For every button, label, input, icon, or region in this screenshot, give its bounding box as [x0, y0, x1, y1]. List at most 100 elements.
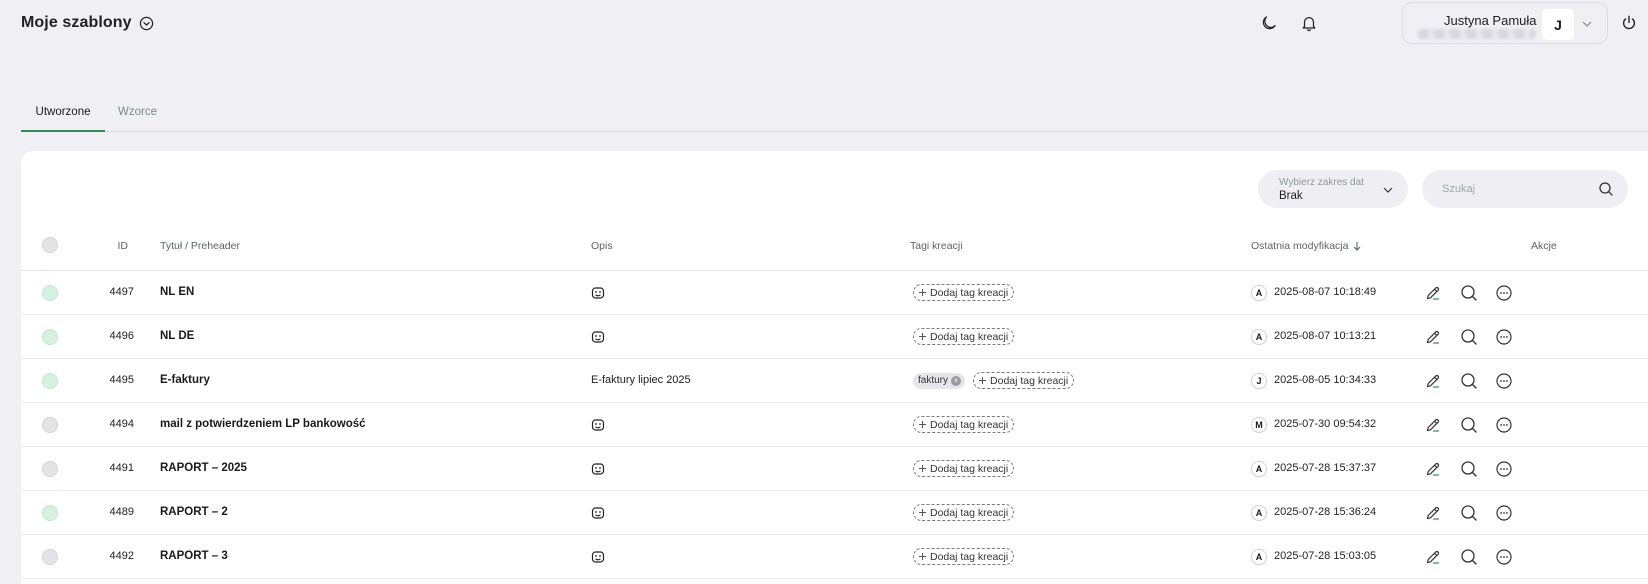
pencil-icon[interactable]: [1424, 504, 1442, 522]
more-icon[interactable]: [1495, 548, 1513, 566]
magnifier-icon[interactable]: [1460, 416, 1478, 434]
more-icon[interactable]: [1495, 460, 1513, 478]
date-range-select[interactable]: Wybierz zakres dat Brak: [1258, 170, 1408, 208]
face-icon[interactable]: [591, 550, 605, 564]
pencil-icon[interactable]: [1424, 328, 1442, 346]
more-icon[interactable]: [1495, 284, 1513, 302]
row-id: 4496: [109, 330, 134, 342]
modifier-avatar: A: [1251, 329, 1267, 345]
magnifier-icon[interactable]: [1460, 284, 1478, 302]
column-tags[interactable]: Tagi kreacji: [910, 240, 963, 252]
chevron-circle-icon[interactable]: [139, 16, 154, 31]
add-tag-label: Dodaj tag kreacji: [930, 286, 1009, 299]
table-row[interactable]: 4497 NL EN Dodaj tag kreacji A 2025-08-0…: [21, 271, 1648, 315]
magnifier-icon[interactable]: [1460, 328, 1478, 346]
add-tag-label: Dodaj tag kreacji: [930, 418, 1009, 431]
table-body: 4497 NL EN Dodaj tag kreacji A 2025-08-0…: [21, 271, 1648, 579]
moon-icon[interactable]: [1259, 13, 1279, 33]
add-tag-button[interactable]: Dodaj tag kreacji: [913, 548, 1015, 565]
add-tag-button[interactable]: Dodaj tag kreacji: [913, 284, 1015, 301]
row-modified-date: 2025-07-28 15:37:37: [1274, 462, 1377, 474]
search-icon[interactable]: [1598, 181, 1614, 197]
plus-icon: [918, 332, 927, 341]
row-title[interactable]: E-faktury: [160, 374, 210, 386]
chevron-down-icon: [1582, 21, 1592, 27]
table-row[interactable]: 4489 RAPORT – 2 Dodaj tag kreacji A 2025…: [21, 491, 1648, 535]
row-modified-date: 2025-08-07 10:13:21: [1274, 330, 1377, 342]
row-tags: Dodaj tag kreacji: [913, 504, 1015, 521]
row-description: E-faktury lipiec 2025: [591, 374, 691, 386]
face-icon[interactable]: [591, 418, 605, 432]
magnifier-icon[interactable]: [1460, 460, 1478, 478]
date-range-value: Brak: [1279, 190, 1303, 202]
pencil-icon[interactable]: [1424, 284, 1442, 302]
plus-icon: [918, 288, 927, 297]
magnifier-icon[interactable]: [1460, 504, 1478, 522]
add-tag-button[interactable]: Dodaj tag kreacji: [913, 460, 1015, 477]
table-row[interactable]: 4495 E-faktury E-faktury lipiec 2025 fak…: [21, 359, 1648, 403]
row-modified-date: 2025-07-28 15:03:05: [1274, 550, 1377, 562]
face-icon[interactable]: [591, 330, 605, 344]
row-modified-date: 2025-08-05 10:34:33: [1274, 374, 1377, 386]
pencil-icon[interactable]: [1424, 548, 1442, 566]
row-title[interactable]: RAPORT – 2: [160, 506, 228, 518]
table-row[interactable]: 4491 RAPORT – 2025 Dodaj tag kreacji A 2…: [21, 447, 1648, 491]
templates-panel: Wybierz zakres dat Brak ID Tytuł / Prehe…: [21, 151, 1648, 584]
table-row[interactable]: 4494 mail z potwierdzeniem LP bankowość …: [21, 403, 1648, 447]
modifier-avatar: A: [1251, 505, 1267, 521]
row-id: 4491: [109, 462, 134, 474]
table-row[interactable]: 4496 NL DE Dodaj tag kreacji A 2025-08-0…: [21, 315, 1648, 359]
row-title[interactable]: NL EN: [160, 286, 194, 298]
row-id: 4489: [109, 506, 134, 518]
modifier-avatar: A: [1251, 285, 1267, 301]
face-icon[interactable]: [591, 462, 605, 476]
add-tag-button[interactable]: Dodaj tag kreacji: [913, 504, 1015, 521]
row-modified-date: 2025-07-28 15:36:24: [1274, 506, 1377, 518]
more-icon[interactable]: [1495, 328, 1513, 346]
modifier-avatar: A: [1251, 549, 1267, 565]
row-tags: Dodaj tag kreacji: [913, 460, 1015, 477]
magnifier-icon[interactable]: [1460, 548, 1478, 566]
tab-utworzone[interactable]: Utworzone: [21, 106, 105, 132]
power-icon[interactable]: [1619, 13, 1639, 33]
column-title[interactable]: Tytuł / Preheader: [160, 240, 240, 252]
user-menu[interactable]: Justyna Pamuła J: [1402, 2, 1608, 44]
row-id: 4494: [109, 418, 134, 430]
more-icon[interactable]: [1495, 504, 1513, 522]
column-id[interactable]: ID: [21, 240, 129, 252]
row-modified-date: 2025-08-07 10:18:49: [1274, 286, 1377, 298]
arrow-down-icon: [1354, 242, 1361, 251]
add-tag-button[interactable]: Dodaj tag kreacji: [913, 328, 1015, 345]
pencil-icon[interactable]: [1424, 416, 1442, 434]
search-box: [1422, 170, 1628, 208]
add-tag-button[interactable]: Dodaj tag kreacji: [913, 416, 1015, 433]
row-tags: Dodaj tag kreacji: [913, 416, 1015, 433]
user-email-redacted: [1418, 29, 1536, 39]
row-id: 4495: [109, 374, 134, 386]
row-title[interactable]: RAPORT – 2025: [160, 462, 247, 474]
row-title[interactable]: RAPORT – 3: [160, 550, 228, 562]
magnifier-icon[interactable]: [1460, 372, 1478, 390]
face-icon[interactable]: [591, 506, 605, 520]
row-title[interactable]: mail z potwierdzeniem LP bankowość: [160, 418, 366, 430]
column-opis[interactable]: Opis: [591, 240, 613, 252]
pencil-icon[interactable]: [1424, 460, 1442, 478]
tab-bar: Utworzone Wzorce: [21, 97, 1648, 132]
add-tag-button[interactable]: Dodaj tag kreacji: [973, 372, 1075, 389]
row-title[interactable]: NL DE: [160, 330, 194, 342]
avatar: J: [1542, 9, 1574, 40]
tab-wzorce[interactable]: Wzorce: [118, 106, 157, 118]
plus-icon: [918, 552, 927, 561]
bell-icon[interactable]: [1299, 13, 1319, 33]
plus-icon: [918, 508, 927, 517]
table-row[interactable]: 4492 RAPORT – 3 Dodaj tag kreacji A 2025…: [21, 535, 1648, 579]
row-tags: Dodaj tag kreacji: [913, 284, 1015, 301]
tag-chip[interactable]: faktury ×: [913, 372, 966, 389]
column-modified[interactable]: Ostatnia modyfikacja: [1251, 240, 1362, 252]
remove-tag-icon[interactable]: ×: [951, 375, 962, 386]
more-icon[interactable]: [1495, 416, 1513, 434]
more-icon[interactable]: [1495, 372, 1513, 390]
face-icon[interactable]: [591, 286, 605, 300]
pencil-icon[interactable]: [1424, 372, 1442, 390]
search-input[interactable]: [1442, 181, 1592, 197]
